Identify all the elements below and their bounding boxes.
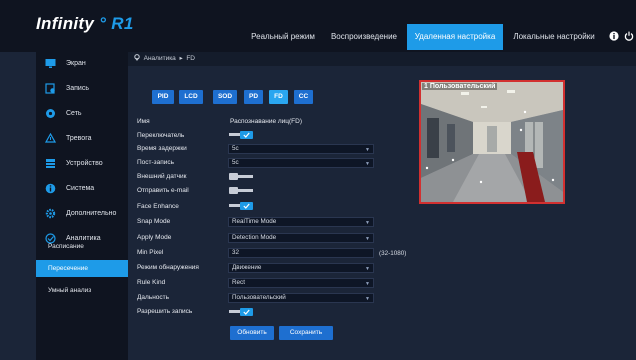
sidebar-subitem-smart-analysis[interactable]: Умный анализ <box>36 282 128 299</box>
breadcrumb-section[interactable]: Аналитика <box>144 55 176 62</box>
post-record-label: Пост-запись <box>137 159 175 166</box>
external-sensor-toggle[interactable] <box>229 173 253 180</box>
sidebar-item-alarm[interactable]: Тревога <box>36 127 128 152</box>
sidebar-item-screen[interactable]: Экран <box>36 52 128 77</box>
power-icon[interactable] <box>624 30 634 42</box>
send-email-label: Отправить e-mail <box>137 187 189 194</box>
device-icon <box>46 159 55 168</box>
breadcrumb-separator: ▸ <box>179 55 183 62</box>
delay-select[interactable]: 5с ▼ <box>228 144 374 154</box>
network-icon <box>46 109 55 118</box>
location-pin-icon <box>134 54 140 61</box>
snap-mode-select[interactable]: RealTime Mode ▼ <box>228 217 374 227</box>
sidebar-subitem-intersection[interactable]: Пересечение <box>36 260 128 277</box>
name-value: Распознавание лиц(FD) <box>230 118 303 125</box>
chevron-down-icon: ▼ <box>365 161 370 167</box>
nav-tab-local-settings[interactable]: Локальные настройки <box>507 24 601 50</box>
sidebar-item-label: Дополнительно <box>66 210 117 217</box>
sidebar-item-device[interactable]: Устройство <box>36 152 128 177</box>
breadcrumb: Аналитика ▸ FD <box>128 52 636 66</box>
breadcrumb-page: FD <box>186 55 195 62</box>
sidebar-subitem-schedule[interactable]: Расписание <box>36 238 128 255</box>
tab-pid[interactable]: PID <box>152 90 174 104</box>
min-pixel-label: Min Pixel <box>137 249 164 256</box>
sidebar-item-label: Устройство <box>66 160 103 167</box>
rule-kind-label: Rule Kind <box>137 279 166 286</box>
sidebar-item-advanced[interactable]: Дополнительно <box>36 202 128 227</box>
info-icon[interactable] <box>609 30 619 42</box>
check-icon <box>243 203 250 209</box>
monitor-icon <box>45 59 56 68</box>
chevron-down-icon: ▼ <box>365 236 370 242</box>
save-button[interactable]: Сохранить <box>279 326 333 340</box>
post-record-select[interactable]: 5с ▼ <box>228 158 374 168</box>
distance-select[interactable]: Пользовательский ▼ <box>228 293 374 303</box>
nav-tab-playback[interactable]: Воспроизведение <box>325 24 403 50</box>
chevron-down-icon: ▼ <box>365 220 370 226</box>
face-enhance-label: Face Enhance <box>137 203 179 210</box>
tab-pd[interactable]: PD <box>244 90 263 104</box>
refresh-button[interactable]: Обновить <box>230 326 274 340</box>
delay-label: Время задержки <box>137 145 187 152</box>
camera-preview[interactable]: 1 Пользовательский <box>419 80 565 204</box>
rule-kind-select[interactable]: Rect ▼ <box>228 278 374 288</box>
sidebar-item-label: Запись <box>66 85 89 92</box>
apply-mode-label: Apply Mode <box>137 234 172 241</box>
nav-tab-remote-settings[interactable]: Удаленная настройка <box>407 24 503 50</box>
sidebar-item-system[interactable]: Система <box>36 177 128 202</box>
chevron-down-icon: ▼ <box>365 147 370 153</box>
name-label: Имя <box>137 118 150 125</box>
alarm-icon <box>45 133 56 143</box>
face-enhance-toggle[interactable] <box>229 202 253 210</box>
logo: Infinity ° R1 <box>36 14 134 33</box>
sidebar-item-network[interactable]: Сеть <box>36 102 128 127</box>
detection-mode-label: Режим обнаружения <box>137 264 199 271</box>
detection-zone-label: 1 Пользовательский <box>422 83 498 90</box>
info-icon <box>45 183 56 194</box>
check-icon <box>243 309 250 315</box>
camera-scene-image <box>421 82 563 202</box>
allow-record-toggle[interactable] <box>229 308 253 316</box>
send-email-toggle[interactable] <box>229 187 253 194</box>
chevron-down-icon: ▼ <box>365 296 370 302</box>
record-icon <box>45 83 55 94</box>
distance-label: Дальность <box>137 294 170 301</box>
sidebar-item-label: Тревога <box>66 135 92 142</box>
min-pixel-range: (32-1080) <box>379 250 407 257</box>
allow-record-label: Разрешить запись <box>137 308 193 315</box>
tab-cc[interactable]: CC <box>294 90 313 104</box>
tab-lcd[interactable]: LCD <box>179 90 203 104</box>
external-sensor-label: Внешний датчик <box>137 173 187 180</box>
detection-mode-select[interactable]: Движение ▼ <box>228 263 374 273</box>
apply-mode-select[interactable]: Detection Mode ▼ <box>228 233 374 243</box>
sidebar-item-label: Экран <box>66 60 86 67</box>
tab-fd[interactable]: FD <box>269 90 288 104</box>
check-icon <box>243 132 250 138</box>
chevron-down-icon: ▼ <box>365 266 370 272</box>
sidebar-item-label: Система <box>66 185 95 192</box>
nav-tab-live[interactable]: Реальный режим <box>247 24 319 50</box>
chevron-down-icon: ▼ <box>365 281 370 287</box>
enable-switch-toggle[interactable] <box>229 131 253 139</box>
min-pixel-input[interactable]: 32 <box>228 248 374 258</box>
sidebar-item-record[interactable]: Запись <box>36 77 128 102</box>
tab-sod[interactable]: SOD <box>213 90 237 104</box>
gear-icon <box>45 208 56 219</box>
sidebar-item-label: Сеть <box>66 110 82 117</box>
switch-label: Переключатель <box>137 132 185 139</box>
snap-mode-label: Snap Mode <box>137 218 171 225</box>
